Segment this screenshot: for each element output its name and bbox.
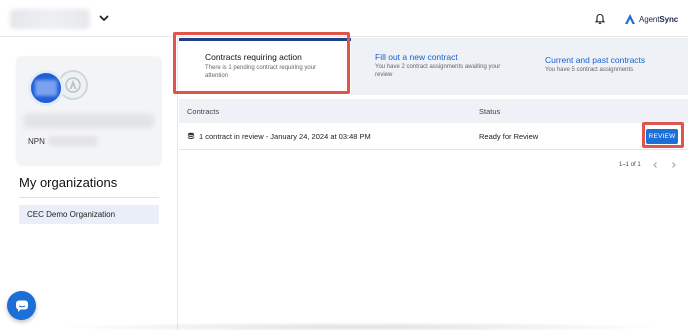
chevron-right-icon[interactable] <box>669 160 679 170</box>
tab-description: You have 2 contract assignments awaiting… <box>375 64 501 78</box>
top-header: AgentSync <box>0 0 688 37</box>
brand-name: AgentSync <box>639 14 679 24</box>
column-header-status: Status <box>479 107 501 116</box>
contract-description: 1 contract in review - January 24, 2024 … <box>199 132 371 141</box>
brand-logo: AgentSync <box>624 12 678 26</box>
contract-status: Ready for Review <box>479 132 539 141</box>
profile-name-redacted <box>24 114 154 128</box>
pagination-range: 1–1 of 1 <box>619 162 641 168</box>
column-header-contracts: Contracts <box>187 107 220 116</box>
pagination: 1–1 of 1 <box>619 159 679 171</box>
table-header: Contracts Status <box>179 99 688 123</box>
table-row: 1 contract in review - January 24, 2024 … <box>179 123 688 150</box>
agentsync-logo-icon <box>625 14 635 24</box>
chevron-left-icon[interactable] <box>650 160 660 170</box>
org-switcher-redacted[interactable] <box>10 9 90 29</box>
organization-item[interactable]: CEC Demo Organization <box>19 205 159 224</box>
bottom-shadow <box>50 322 670 330</box>
chat-button[interactable] <box>7 291 36 320</box>
tab-title: Contracts requiring action <box>205 52 302 62</box>
contract-tabs: Contracts requiring action There is 1 pe… <box>179 38 688 95</box>
bell-icon[interactable] <box>591 10 609 28</box>
tab-current-and-past-contracts[interactable]: Current and past contracts You have 5 co… <box>545 38 685 95</box>
stack-icon <box>187 132 195 139</box>
chevron-down-icon[interactable] <box>97 11 111 25</box>
tab-description: There is 1 pending contract requiring yo… <box>205 65 317 79</box>
sidebar: NPN My organizations CEC Demo Organizati… <box>0 38 178 330</box>
npn-value-redacted <box>48 136 98 146</box>
organizations-heading: My organizations <box>19 175 118 190</box>
tab-description: You have 5 contract assignments <box>545 67 634 73</box>
review-button[interactable]: REVIEW <box>646 129 678 144</box>
tab-title: Fill out a new contract <box>375 52 458 62</box>
divider <box>19 197 159 198</box>
tab-contracts-requiring-action[interactable]: Contracts requiring action There is 1 pe… <box>179 38 351 95</box>
npn-label: NPN <box>28 137 45 146</box>
tab-title: Current and past contracts <box>545 55 646 65</box>
chat-bubble-icon <box>15 300 28 312</box>
main-content: Contracts requiring action There is 1 pe… <box>179 38 688 330</box>
tab-fill-out-new-contract[interactable]: Fill out a new contract You have 2 contr… <box>375 38 525 95</box>
avatar <box>28 70 64 106</box>
